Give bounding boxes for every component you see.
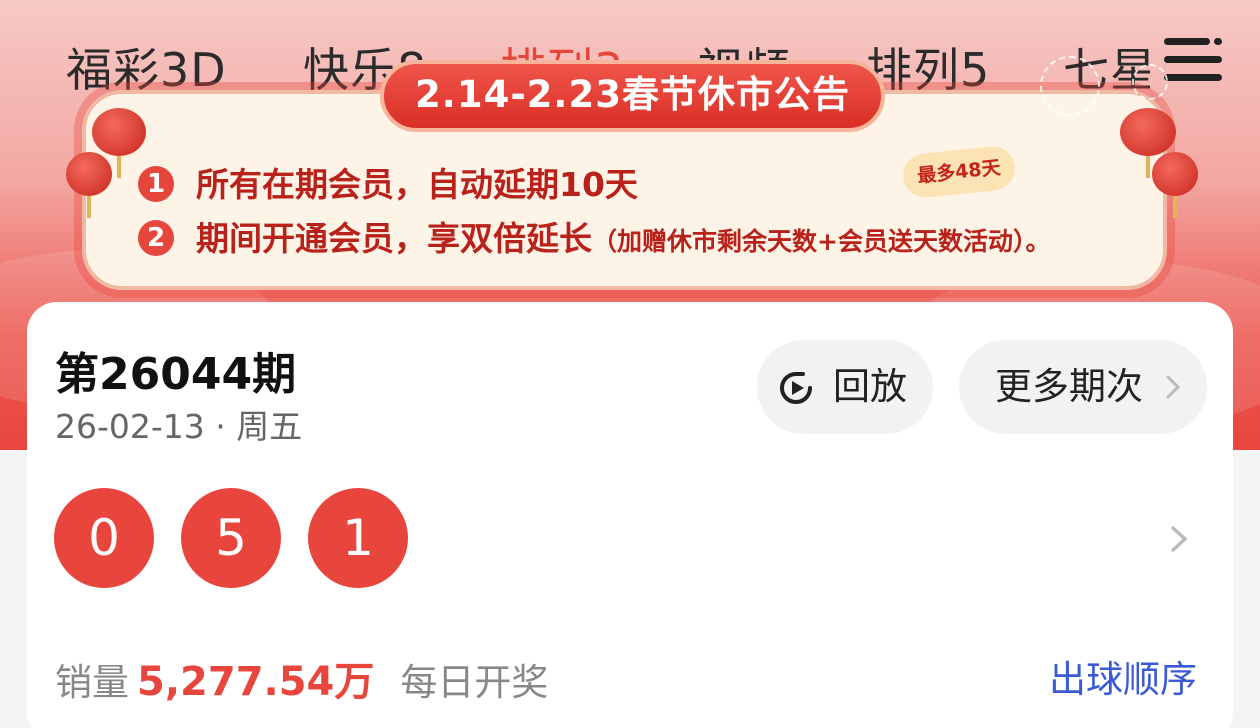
replay-icon bbox=[780, 372, 812, 404]
banner-item-1: 1 所有在期会员，自动延期10天 bbox=[138, 158, 638, 206]
issue-date: 26-02-13 · 周五 bbox=[55, 407, 303, 446]
sales-info: 销量 5,277.54万 每日开奖 bbox=[55, 649, 548, 707]
number-ball: 0 bbox=[54, 488, 154, 588]
firework-icon bbox=[1040, 56, 1100, 116]
replay-button[interactable]: 回放 bbox=[757, 340, 933, 434]
banner-item-number: 1 bbox=[138, 165, 174, 202]
number-ball: 1 bbox=[308, 488, 408, 588]
draw-frequency: 每日开奖 bbox=[400, 661, 549, 704]
banner-item-note: （加赠休市剩余天数+会员送天数活动）。 bbox=[592, 227, 1051, 256]
sales-label: 销量 bbox=[55, 661, 129, 704]
draw-result-card: 第26044期 26-02-13 · 周五 回放 更多期次 0 5 1 销量 5,… bbox=[27, 302, 1233, 728]
replay-label: 回放 bbox=[833, 365, 907, 408]
more-issues-button[interactable]: 更多期次 bbox=[959, 340, 1207, 434]
banner-item-number: 2 bbox=[138, 219, 174, 256]
firework-icon bbox=[1132, 64, 1168, 100]
lantern-icon bbox=[66, 152, 112, 196]
chevron-right-icon[interactable] bbox=[1169, 524, 1189, 554]
banner-item-text: 期间开通会员，享双倍延长 bbox=[196, 219, 592, 258]
banner-item-2: 2 期间开通会员，享双倍延长（加赠休市剩余天数+会员送天数活动）。 bbox=[138, 212, 1050, 260]
lantern-icon bbox=[92, 108, 146, 156]
lantern-icon bbox=[1120, 108, 1176, 156]
more-issues-label: 更多期次 bbox=[995, 365, 1143, 408]
sales-amount: 5,277.54万 bbox=[137, 659, 375, 705]
hamburger-menu-icon[interactable] bbox=[1164, 34, 1222, 86]
banner-item-text: 所有在期会员，自动延期10天 bbox=[196, 165, 638, 204]
issue-number: 第26044期 bbox=[55, 349, 297, 400]
lantern-icon bbox=[1152, 152, 1198, 196]
chevron-right-icon bbox=[1166, 375, 1181, 399]
number-ball: 5 bbox=[181, 488, 281, 588]
draw-order-link[interactable]: 出球顺序 bbox=[1049, 649, 1197, 703]
banner-title: 2.14-2.23春节休市公告 bbox=[380, 60, 885, 132]
